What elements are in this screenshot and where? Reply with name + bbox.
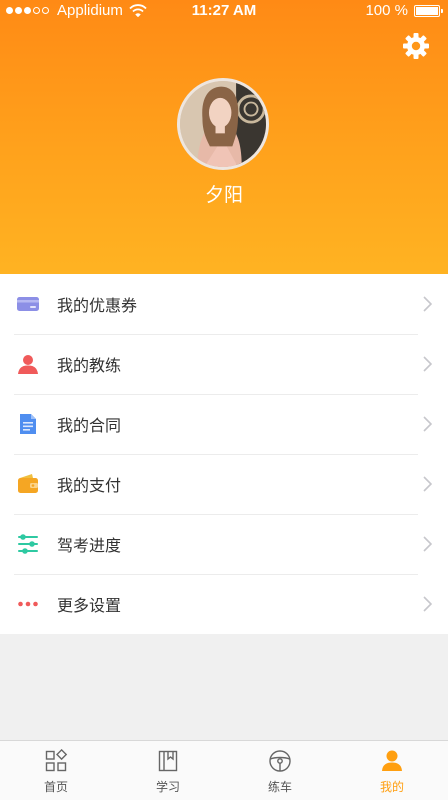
tab-label-home: 首页 [43, 780, 68, 794]
user-avatar-photo [180, 81, 266, 167]
bottom-tab-bar: 首页 学习 练车 我的 [0, 740, 448, 800]
status-right: 100 % [365, 2, 443, 19]
menu-item-payment[interactable]: 我的支付 [0, 454, 448, 514]
menu-label-payment: 我的支付 [57, 476, 122, 495]
tab-label-practice: 练车 [267, 780, 292, 794]
battery-percent: 100 % [365, 2, 408, 19]
progress-sliders-icon [16, 532, 40, 556]
chevron-right-icon [423, 416, 432, 432]
tab-home[interactable]: 首页 [0, 741, 112, 800]
menu-item-coupons[interactable]: 我的优惠券 [0, 274, 448, 334]
menu-item-exam-progress[interactable]: 驾考进度 [0, 514, 448, 574]
coupon-icon [16, 292, 40, 316]
user-avatar[interactable] [177, 78, 269, 170]
tab-label-study: 学习 [155, 780, 180, 794]
steering-wheel-icon [268, 749, 292, 773]
status-bar: Applidium 11:27 AM 100 % [0, 0, 448, 22]
tab-study[interactable]: 学习 [112, 741, 224, 800]
tab-mine[interactable]: 我的 [336, 741, 448, 800]
profile-menu: 我的优惠券 我的教练 我的合同 我的支付 驾考进度 更多设置 [0, 274, 448, 634]
book-icon [156, 749, 180, 773]
gear-icon [403, 33, 429, 59]
tab-practice[interactable]: 练车 [224, 741, 336, 800]
person-icon [380, 749, 404, 773]
chevron-right-icon [423, 536, 432, 552]
menu-item-more-settings[interactable]: 更多设置 [0, 574, 448, 634]
chevron-right-icon [423, 356, 432, 372]
tab-label-mine: 我的 [379, 780, 404, 794]
wallet-icon [16, 472, 40, 496]
menu-item-contract[interactable]: 我的合同 [0, 394, 448, 454]
menu-label-coupons: 我的优惠券 [57, 296, 138, 315]
chevron-right-icon [423, 476, 432, 492]
menu-label-more-settings: 更多设置 [57, 596, 122, 615]
profile-header: Applidium 11:27 AM 100 % 夕阳 [0, 0, 448, 274]
battery-icon [414, 4, 443, 17]
user-name: 夕阳 [204, 184, 243, 206]
contract-icon [16, 412, 40, 436]
chevron-right-icon [423, 596, 432, 612]
menu-label-contract: 我的合同 [57, 416, 122, 435]
menu-label-coach: 我的教练 [57, 356, 122, 375]
more-dots-icon [16, 592, 40, 616]
home-grid-icon [44, 749, 68, 773]
menu-item-coach[interactable]: 我的教练 [0, 334, 448, 394]
menu-label-exam-progress: 驾考进度 [57, 536, 122, 555]
settings-button[interactable] [402, 32, 430, 60]
coach-icon [16, 352, 40, 376]
chevron-right-icon [423, 296, 432, 312]
